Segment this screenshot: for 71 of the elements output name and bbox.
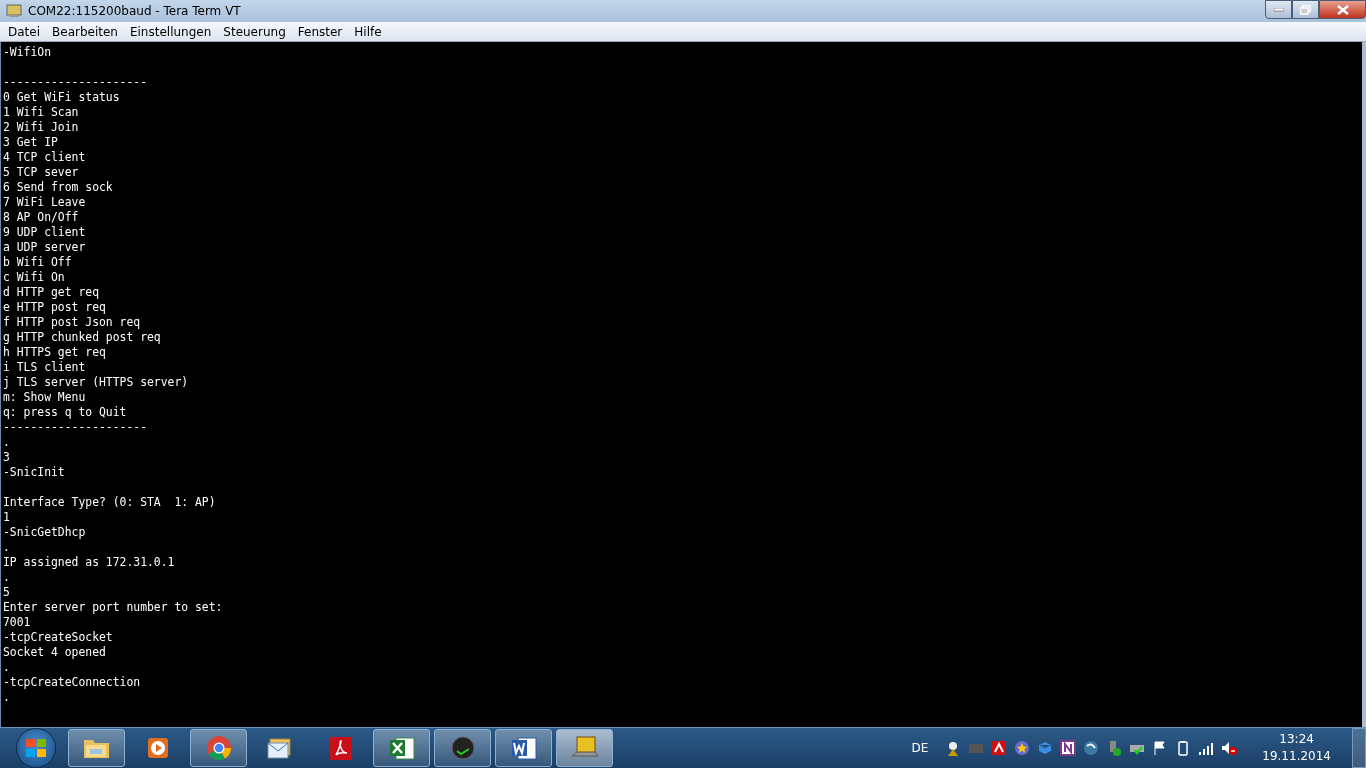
terminal-line: 5 TCP sever	[3, 165, 79, 180]
terminal-line: ---------------------	[3, 420, 147, 435]
minimize-button[interactable]	[1265, 0, 1292, 19]
terminal-line: .	[3, 540, 10, 555]
terminal-line: 1	[3, 510, 10, 525]
restore-button[interactable]	[1292, 0, 1319, 19]
terminal-line: i TLS client	[3, 360, 86, 375]
terminal-line: 3	[3, 450, 10, 465]
globe-icon[interactable]	[1083, 740, 1100, 756]
terminal-line: .	[3, 570, 10, 585]
terminal-line: j TLS server (HTTPS server)	[3, 375, 189, 390]
terminal-line: 0 Get WiFi status	[3, 90, 120, 105]
terminal-line: Interface Type? (0: STA 1: AP)	[3, 495, 216, 510]
taskbar-app-button[interactable]	[373, 729, 430, 767]
close-button[interactable]	[1319, 0, 1366, 19]
notebook-icon[interactable]	[1060, 740, 1077, 756]
terminal-line: ---------------------	[3, 75, 147, 90]
terminal-line: 7 WiFi Leave	[3, 195, 86, 210]
terminal-line: -SnicGetDhcp	[3, 525, 86, 540]
signal-icon[interactable]	[1198, 740, 1215, 756]
language-indicator[interactable]: DE	[911, 739, 929, 757]
terminal-line: c Wifi On	[3, 270, 65, 285]
star-icon[interactable]	[1014, 740, 1031, 756]
taskbar-app-button[interactable]	[495, 729, 552, 767]
box-icon[interactable]	[1037, 740, 1054, 756]
menu-item[interactable]: Hilfe	[348, 22, 388, 41]
terminal-line: q: press q to Quit	[3, 405, 127, 420]
start-button[interactable]	[16, 728, 56, 768]
close-icon	[1336, 4, 1349, 15]
terminal-line: Socket 4 opened	[3, 645, 106, 660]
terminal-line: e HTTP post req	[3, 300, 106, 315]
windows-logo-icon	[26, 739, 46, 757]
terminal-line: .	[3, 690, 10, 705]
terminal-line: Enter server port number to set:	[3, 600, 223, 615]
minimize-icon	[1273, 7, 1284, 12]
menu-item[interactable]: Bearbeiten	[46, 22, 124, 41]
terminal-line: .	[3, 660, 10, 675]
terminal-line: m: Show Menu	[3, 390, 86, 405]
terminal-line: IP assigned as 172.31.0.1	[3, 555, 175, 570]
window-title: COM22:115200baud - Tera Term VT	[28, 3, 241, 20]
terminal-line: 1 Wifi Scan	[3, 105, 79, 120]
clock-date[interactable]: 19.11.2014	[1262, 748, 1331, 765]
terminal-line: 7001	[3, 615, 31, 630]
terminal-line: 4 TCP client	[3, 150, 86, 165]
terminal-line: g HTTP chunked post req	[3, 330, 161, 345]
menu-item[interactable]: Datei	[2, 22, 46, 41]
terminal-line: a UDP server	[3, 240, 86, 255]
terminal-line: -tcpCreateSocket	[3, 630, 113, 645]
terminal-line: .	[3, 435, 10, 450]
terminal-line: 8 AP On/Off	[3, 210, 79, 225]
terminal-line: -SnicInit	[3, 465, 65, 480]
terminal-line: 2 Wifi Join	[3, 120, 79, 135]
terminal-line: 9 UDP client	[3, 225, 86, 240]
terminal-app-icon	[6, 4, 22, 18]
restore-icon	[1300, 4, 1311, 15]
terminal-line: d HTTP get req	[3, 285, 99, 300]
terminal-line: h HTTPS get req	[3, 345, 106, 360]
terminal-line: -tcpCreateConnection	[3, 675, 141, 690]
taskbar-app-button[interactable]	[434, 729, 491, 767]
terminal-line: 3 Get IP	[3, 135, 58, 150]
taskbar-app-button[interactable]	[68, 729, 125, 767]
menu-item[interactable]: Einstellungen	[123, 22, 218, 41]
terminal-line: f HTTP post Json req	[3, 315, 141, 330]
terminal-line: -WifiOn	[3, 45, 51, 60]
clock-time[interactable]: 13:24	[1279, 731, 1314, 748]
terminal-line: 6 Send from sock	[3, 180, 113, 195]
terminal-line: b Wifi Off	[3, 255, 72, 270]
menu-item[interactable]: Steuerung	[217, 22, 292, 41]
muted-speaker-icon[interactable]	[1221, 740, 1238, 756]
terminal-line: 5	[3, 585, 10, 600]
menu-item[interactable]: Fenster	[291, 22, 349, 41]
